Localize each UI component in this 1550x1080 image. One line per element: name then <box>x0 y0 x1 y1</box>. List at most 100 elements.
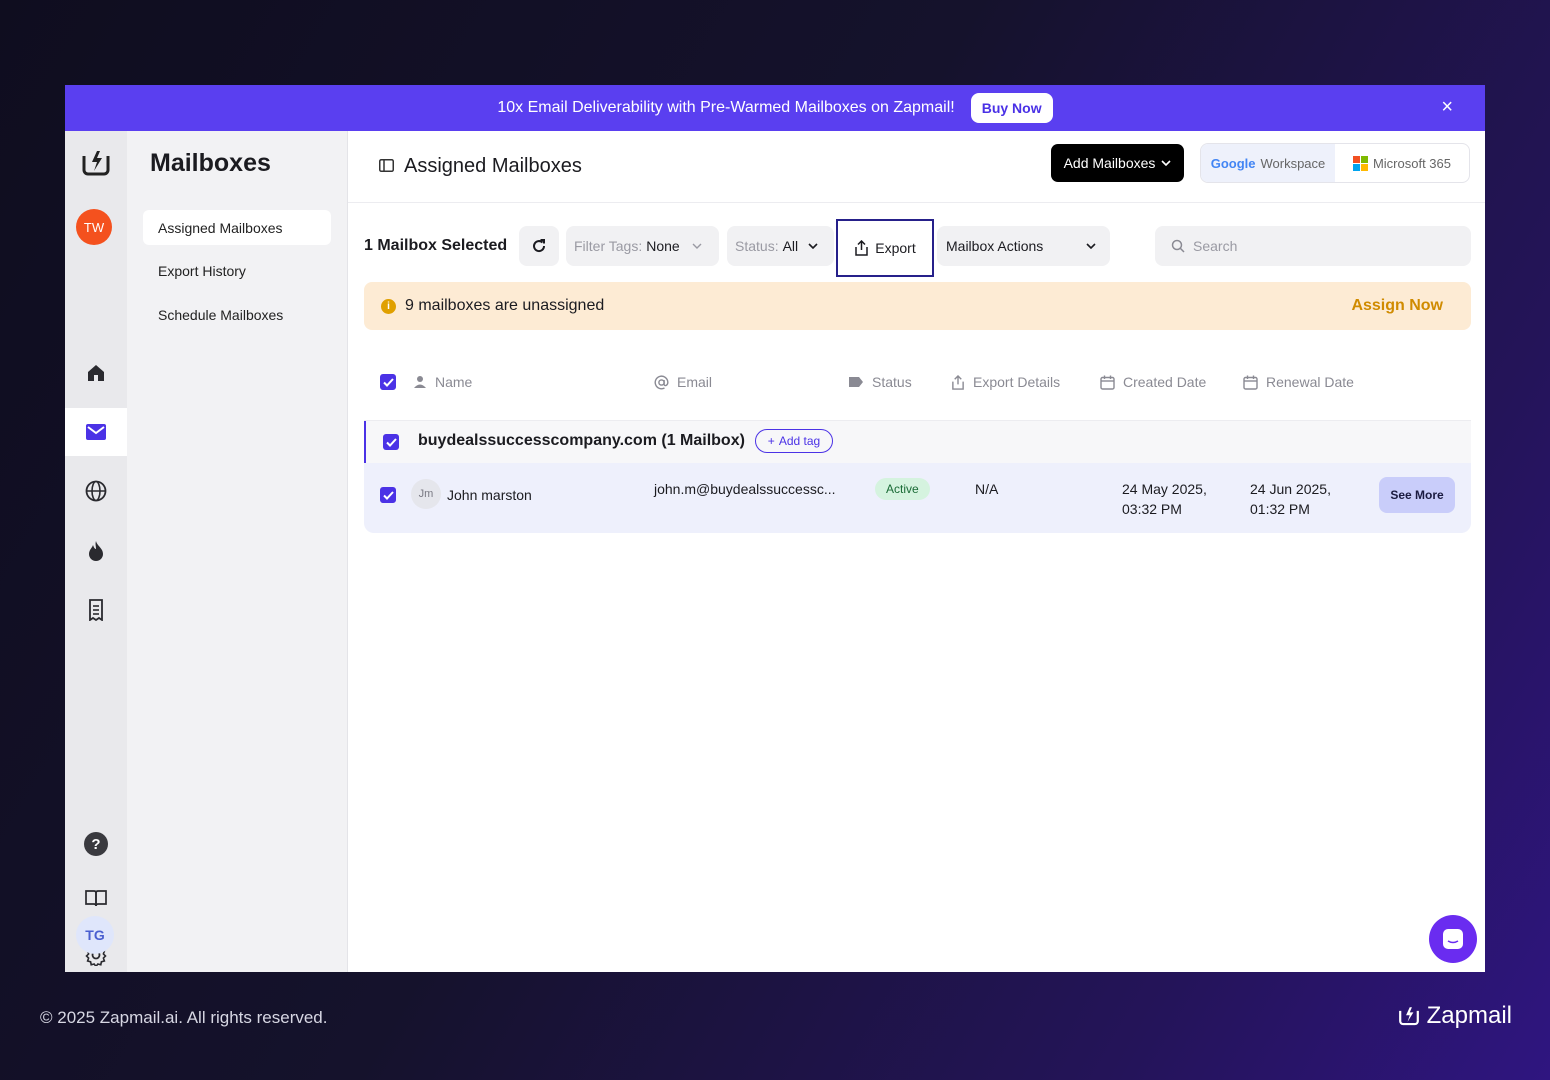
export-focus-ring: Export <box>836 219 934 277</box>
filter-tags-value: None <box>646 238 680 254</box>
subnav-item-assigned[interactable]: Assigned Mailboxes <box>143 210 331 245</box>
group-checkbox[interactable] <box>383 434 399 450</box>
subnav-item-export-history[interactable]: Export History <box>143 253 331 288</box>
renewal-date-line: 24 Jun 2025, <box>1250 481 1331 497</box>
table-row[interactable]: Jm John marston john.m@buydealssuccessc.… <box>364 463 1471 533</box>
sidebar-toggle-icon[interactable] <box>379 159 394 177</box>
avatar[interactable]: TW <box>76 209 112 245</box>
home-icon[interactable] <box>65 349 127 397</box>
google-workspace-label: Workspace <box>1260 155 1326 171</box>
share-icon <box>952 374 964 390</box>
column-label: Renewal Date <box>1266 374 1354 390</box>
copyright-text: © 2025 Zapmail.ai. All rights reserved. <box>40 1008 328 1027</box>
search-icon <box>1171 239 1185 253</box>
column-label: Export Details <box>973 374 1061 390</box>
domain-group-header: buydealssuccesscompany.com (1 Mailbox) +… <box>364 421 1471 463</box>
globe-icon[interactable] <box>65 467 127 515</box>
status-label: Status: <box>735 238 779 254</box>
buy-now-button[interactable]: Buy Now <box>970 93 1053 123</box>
renewal-time-line: 01:32 PM <box>1250 501 1310 517</box>
add-tag-button[interactable]: + Add tag <box>755 429 833 453</box>
close-banner-button[interactable]: × <box>1441 97 1453 117</box>
chevron-down-icon <box>692 243 702 249</box>
row-export-details: N/A <box>975 481 999 497</box>
chat-icon <box>1443 929 1463 949</box>
microsoft-365-label: Microsoft 365 <box>1372 155 1452 171</box>
selection-count: 1 Mailbox Selected <box>364 237 508 254</box>
chevron-down-icon <box>1161 160 1171 166</box>
logo-icon <box>1398 1007 1419 1026</box>
add-mailboxes-button[interactable]: Add Mailboxes <box>1051 144 1184 182</box>
google-workspace-tab[interactable]: Google Workspace <box>1201 144 1335 182</box>
subnav-item-schedule[interactable]: Schedule Mailboxes <box>143 297 331 332</box>
export-button[interactable]: Export <box>843 226 927 270</box>
microsoft-365-tab[interactable]: Microsoft 365 <box>1335 144 1469 182</box>
status-badge: Active <box>875 478 930 500</box>
footer-brand[interactable]: Zapmail <box>1397 1002 1512 1030</box>
svg-text:?: ? <box>91 836 100 853</box>
column-header-export[interactable]: Export Details <box>951 374 1060 390</box>
row-checkbox[interactable] <box>380 487 396 503</box>
calendar-icon <box>1100 375 1115 390</box>
icon-rail: TW ? TG <box>65 131 127 972</box>
column-label: Name <box>435 374 473 390</box>
user-icon <box>414 376 426 388</box>
user-avatar[interactable]: TG <box>76 916 114 954</box>
microsoft-icon <box>1352 155 1368 171</box>
mailbox-actions-select[interactable]: Mailbox Actions <box>937 226 1110 266</box>
mailboxes-subnav: Mailboxes Assigned Mailboxes Export Hist… <box>127 131 348 972</box>
refresh-button[interactable] <box>519 226 559 266</box>
row-email: john.m@buydealssuccessc... <box>654 481 836 497</box>
status-value: All <box>782 238 799 254</box>
select-all-checkbox[interactable] <box>380 374 396 390</box>
provider-switch: Google Workspace Microsoft 365 <box>1200 143 1470 183</box>
add-tag-label: Add tag <box>778 434 821 448</box>
status-select[interactable]: Status: All <box>727 226 834 266</box>
tag-icon <box>849 377 863 387</box>
refresh-icon <box>533 239 546 253</box>
see-more-button[interactable]: See More <box>1379 477 1455 513</box>
domain-name: buydealssuccesscompany.com (1 Mailbox) <box>418 432 745 449</box>
search-input[interactable]: Search <box>1155 226 1471 266</box>
avatar: Jm <box>411 479 441 509</box>
promo-banner: 10x Email Deliverability with Pre-Warmed… <box>65 85 1485 131</box>
column-header-created[interactable]: Created Date <box>1100 374 1206 390</box>
column-header-name[interactable]: Name <box>413 374 472 390</box>
search-placeholder: Search <box>1193 238 1238 254</box>
mailbox-actions-label: Mailbox Actions <box>946 238 1044 254</box>
plus-icon: + <box>767 434 775 448</box>
fire-icon[interactable] <box>65 527 127 575</box>
calendar-icon <box>1243 375 1258 390</box>
assign-now-link[interactable]: Assign Now <box>1351 297 1443 315</box>
share-icon <box>855 240 869 256</box>
app-window: 10x Email Deliverability with Pre-Warmed… <box>65 85 1485 972</box>
alert-message: 9 mailboxes are unassigned <box>405 297 605 314</box>
logo-icon[interactable] <box>65 139 127 187</box>
help-icon[interactable]: ? <box>65 820 127 868</box>
created-time-line: 03:32 PM <box>1122 501 1182 517</box>
chevron-down-icon <box>1086 243 1096 249</box>
main-panel: Assigned Mailboxes Add Mailboxes Google … <box>348 131 1485 972</box>
column-header-status[interactable]: Status <box>848 374 912 390</box>
add-mailboxes-label: Add Mailboxes <box>1063 155 1156 171</box>
filter-tags-select[interactable]: Filter Tags: None <box>566 226 719 266</box>
column-header-renewal[interactable]: Renewal Date <box>1243 374 1354 390</box>
row-created-date: 24 May 2025, 03:32 PM <box>1122 479 1207 519</box>
google-wordmark: Google <box>1210 155 1256 171</box>
brand-name: Zapmail <box>1426 1002 1512 1029</box>
receipt-icon[interactable] <box>65 586 127 634</box>
banner-message: 10x Email Deliverability with Pre-Warmed… <box>497 99 955 116</box>
at-icon <box>654 374 669 389</box>
row-renewal-date: 24 Jun 2025, 01:32 PM <box>1250 479 1331 519</box>
created-date-line: 24 May 2025, <box>1122 481 1207 497</box>
info-icon: i <box>381 298 396 314</box>
row-name: John marston <box>447 487 532 503</box>
column-label: Created Date <box>1123 374 1207 390</box>
chevron-down-icon <box>808 243 818 249</box>
subnav-title: Mailboxes <box>150 149 271 177</box>
unassigned-alert: i 9 mailboxes are unassigned Assign Now <box>364 282 1471 330</box>
book-icon[interactable] <box>65 874 127 922</box>
chat-widget-button[interactable] <box>1429 915 1477 963</box>
mail-icon[interactable] <box>65 408 127 456</box>
column-header-email[interactable]: Email <box>654 374 712 390</box>
